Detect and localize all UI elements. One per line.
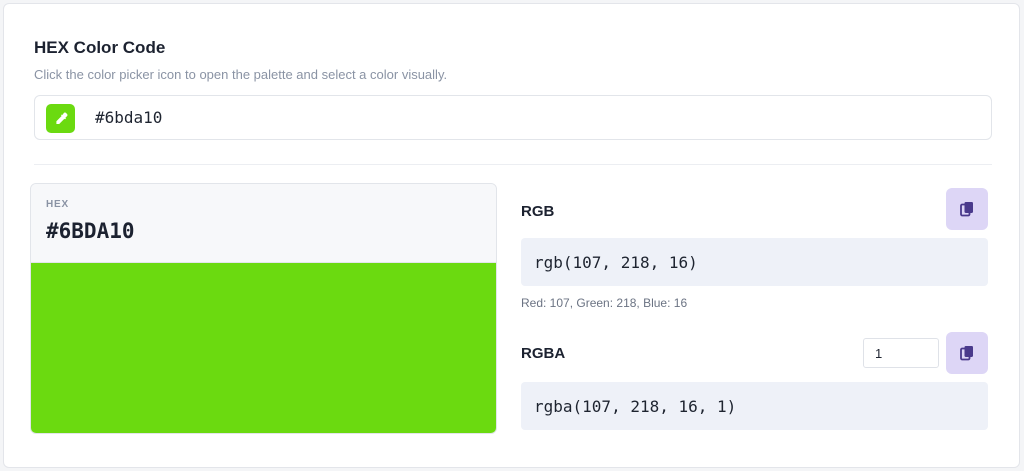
page-title: HEX Color Code: [34, 38, 166, 57]
copy-icon: [960, 346, 973, 361]
alpha-input[interactable]: [863, 338, 939, 368]
rgb-label: RGB: [521, 203, 555, 220]
copy-rgb-button[interactable]: [946, 188, 988, 230]
eyedropper-icon: [55, 112, 67, 124]
rgba-label: RGBA: [521, 345, 566, 362]
swatch-hex-value: #6BDA10: [46, 219, 135, 243]
page-subtitle: Click the color picker icon to open the …: [34, 67, 448, 82]
swatch-header: HEX #6BDA10: [31, 184, 496, 263]
color-picker-button[interactable]: [46, 104, 75, 133]
copy-rgba-button[interactable]: [946, 332, 988, 374]
rgba-value: rgba(107, 218, 16, 1): [521, 382, 988, 430]
divider: [34, 164, 992, 165]
hex-field: [34, 95, 992, 140]
hex-input[interactable]: [95, 96, 975, 139]
rgb-breakdown: Red: 107, Green: 218, Blue: 16: [521, 296, 688, 310]
copy-icon: [960, 202, 973, 217]
swatch-label: HEX: [46, 199, 69, 210]
color-swatch-card: HEX #6BDA10: [30, 183, 497, 434]
rgb-value: rgb(107, 218, 16): [521, 238, 988, 286]
color-preview: [31, 263, 496, 433]
